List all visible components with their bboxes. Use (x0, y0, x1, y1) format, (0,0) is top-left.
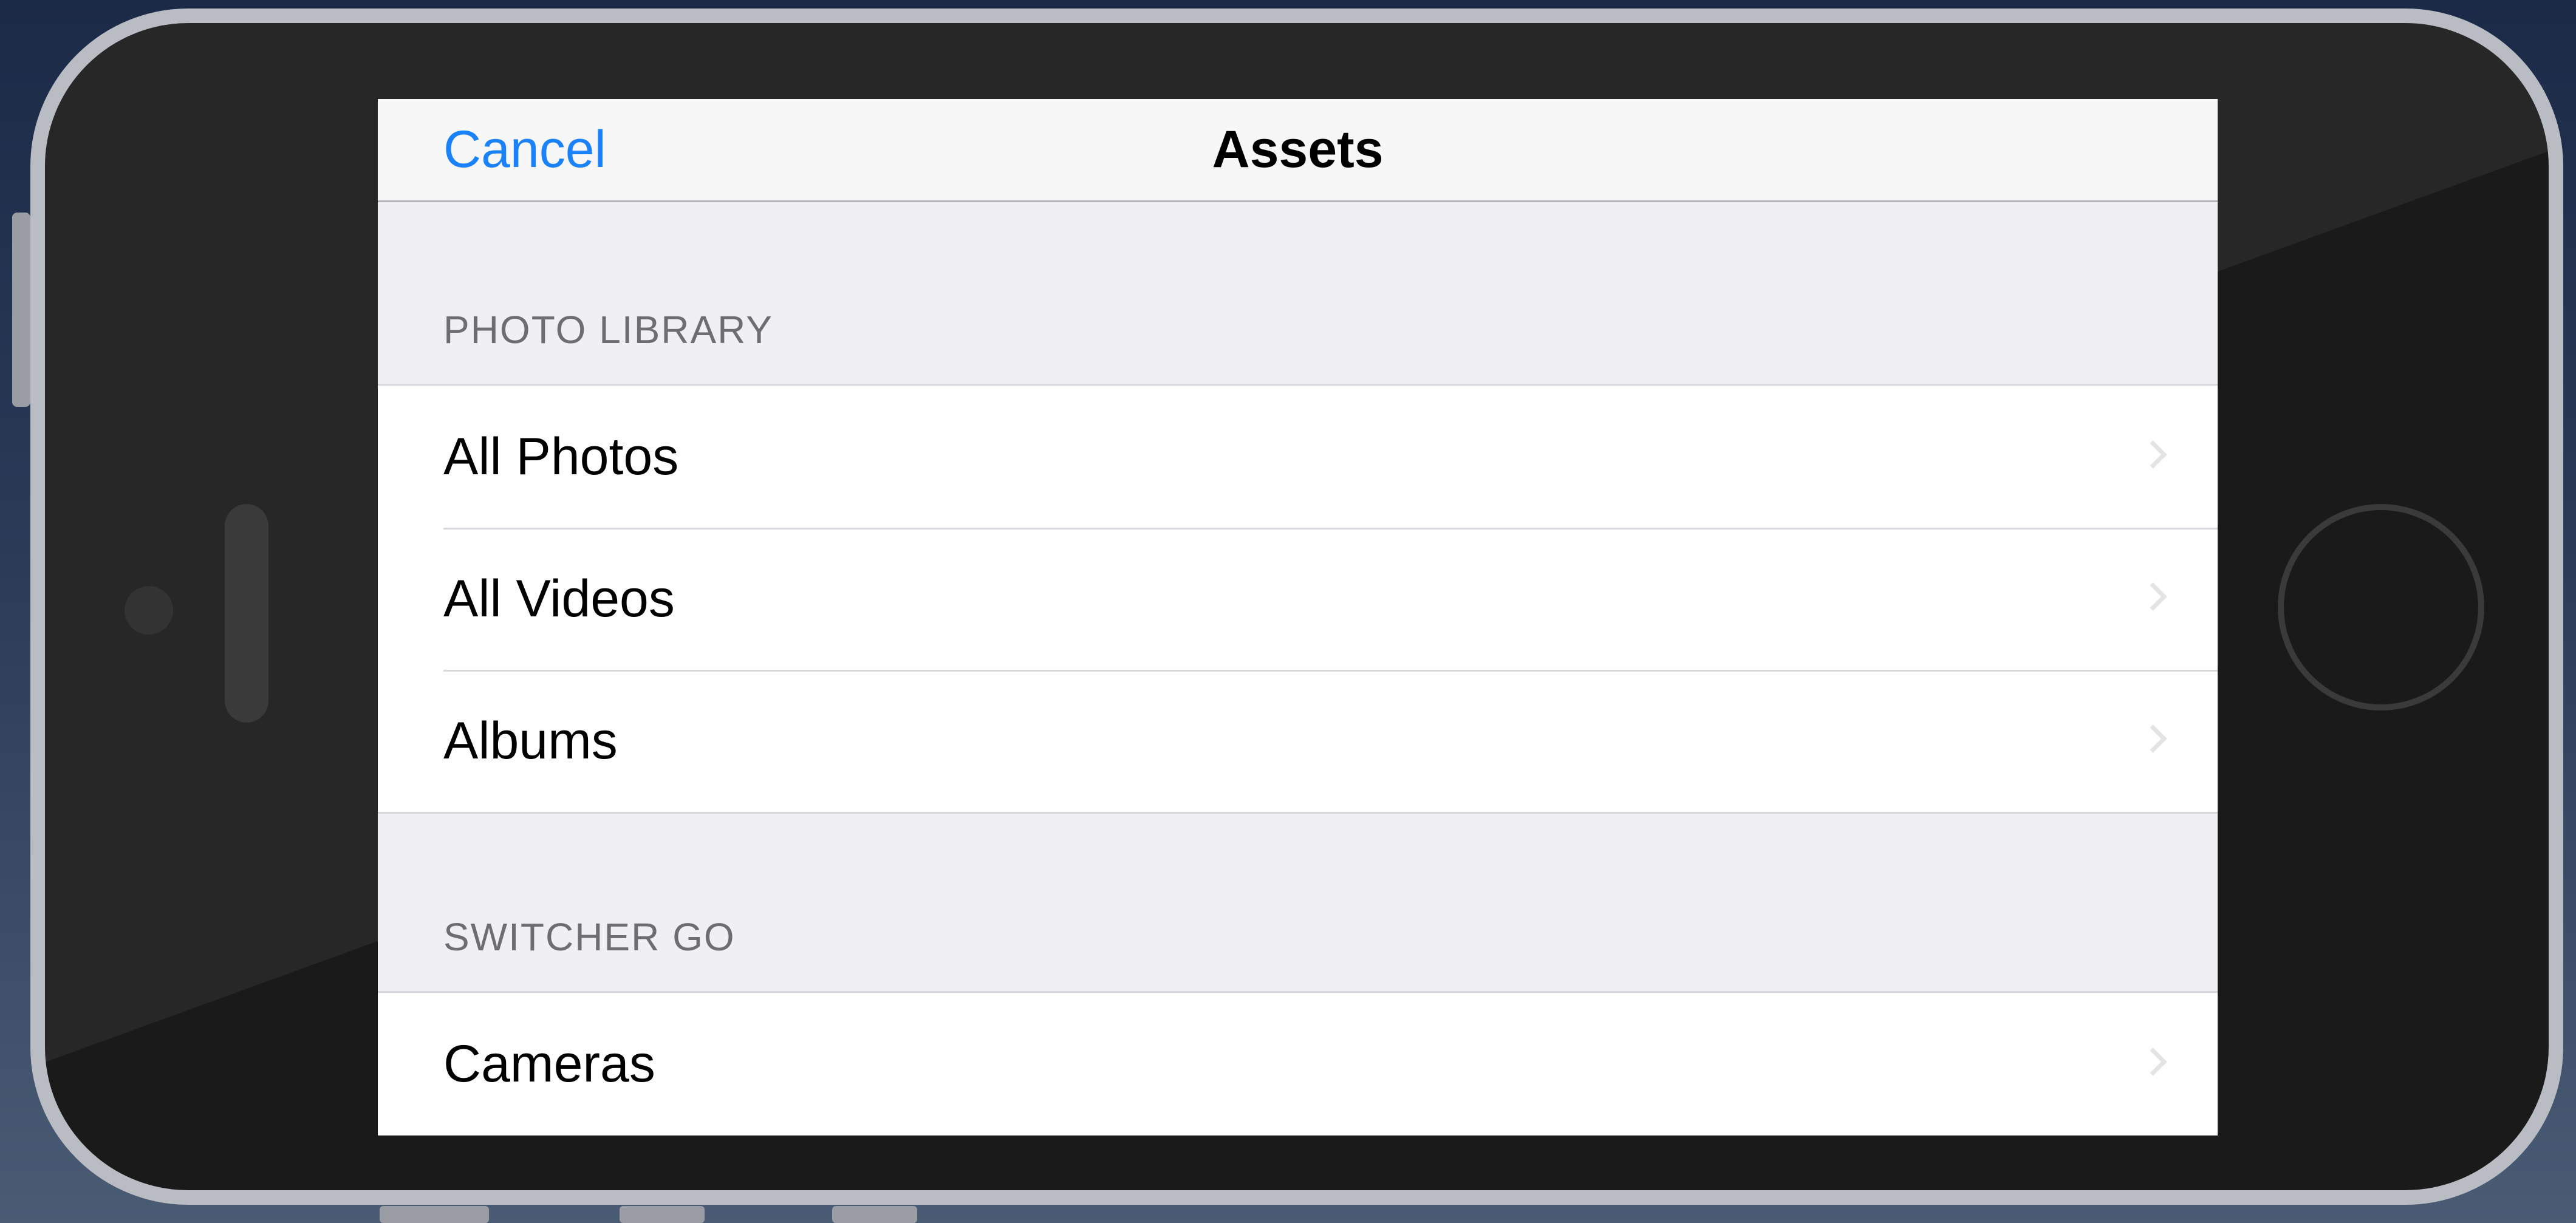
earpiece-speaker (225, 504, 268, 723)
list-item-all-photos[interactable]: All Photos (378, 386, 2218, 528)
row-label: Cameras (443, 1035, 655, 1093)
section-header-photo-library: PHOTO LIBRARY (443, 308, 773, 352)
row-label: All Videos (443, 570, 675, 628)
list-item-all-videos[interactable]: All Videos (378, 528, 2218, 670)
chevron-right-icon (2139, 440, 2167, 469)
photo-library-group: All Photos All Videos Albums (378, 384, 2218, 814)
screen: Assets Cancel PHOTO LIBRARY All Photos A… (378, 99, 2218, 1136)
side-button-2 (620, 1206, 705, 1223)
row-label: Albums (443, 712, 618, 770)
volume-button (12, 213, 30, 407)
home-button[interactable] (2278, 504, 2484, 710)
cancel-button[interactable]: Cancel (443, 99, 606, 200)
switcher-go-group: Cameras (378, 991, 2218, 1136)
side-button-3 (832, 1206, 917, 1223)
page-title: Assets (1212, 120, 1384, 179)
list-item-albums[interactable]: Albums (378, 670, 2218, 812)
list-item-cameras[interactable]: Cameras (378, 993, 2218, 1135)
navigation-bar: Assets Cancel (378, 99, 2218, 202)
chevron-right-icon (2139, 724, 2167, 753)
section-header-switcher-go: SWITCHER GO (443, 915, 736, 959)
side-button-1 (380, 1206, 489, 1223)
front-camera (125, 586, 173, 635)
row-label: All Photos (443, 428, 679, 486)
chevron-right-icon (2139, 582, 2167, 611)
chevron-right-icon (2139, 1048, 2167, 1076)
